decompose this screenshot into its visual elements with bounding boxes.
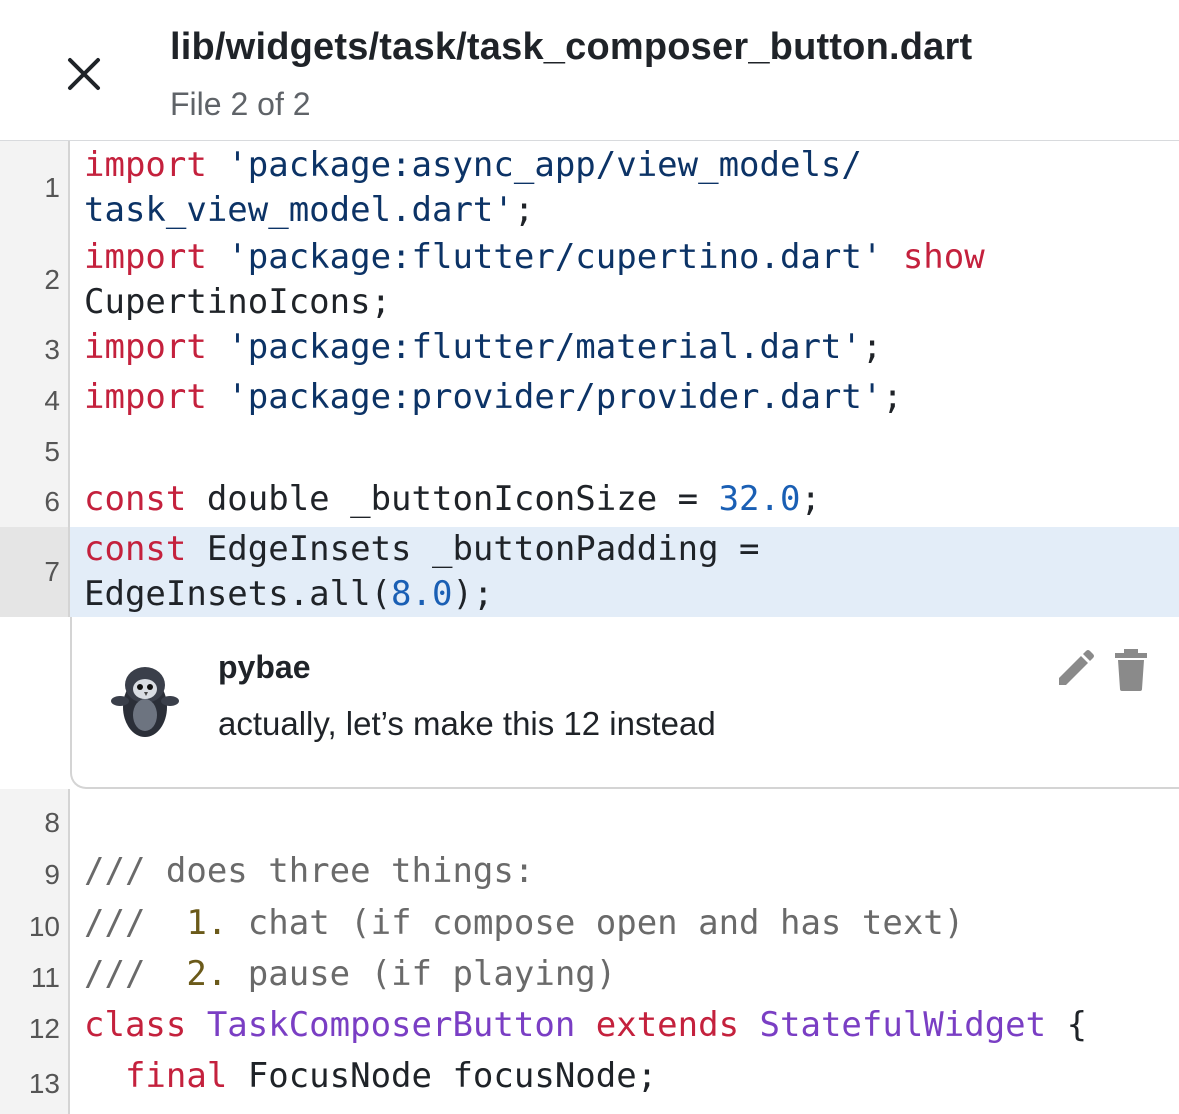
line-number: 1 xyxy=(0,141,70,235)
code-token: ; xyxy=(513,190,535,230)
line-number: 11 xyxy=(0,952,70,1003)
code-token: /// xyxy=(84,954,187,994)
code-line-highlighted[interactable]: 7 const EdgeInsets _buttonPadding = Edge… xyxy=(0,527,1179,617)
line-number: 13 xyxy=(0,1054,70,1114)
code-token: import xyxy=(84,327,207,367)
comment-card: pybae actually, let’s make this 12 inste… xyxy=(70,617,1179,789)
code-token: 32.0 xyxy=(718,479,801,519)
code-line[interactable]: 2 import 'package:flutter/cupertino.dart… xyxy=(0,235,1179,325)
comment-body: actually, let’s make this 12 instead xyxy=(218,705,716,742)
line-number: 6 xyxy=(0,477,70,527)
code-token: extends xyxy=(575,1005,740,1045)
code-token: EdgeInsets _buttonPadding = xyxy=(186,529,760,569)
code-token: /// xyxy=(84,903,187,943)
file-header: lib/widgets/task/task_composer_button.da… xyxy=(0,0,1179,141)
code-token: task_view_model.dart' xyxy=(84,190,514,230)
code-token: 1. xyxy=(186,903,228,943)
code-token: import xyxy=(84,145,207,185)
comment-author[interactable]: pybae xyxy=(218,649,310,686)
code-line[interactable]: 3 import 'package:flutter/material.dart'… xyxy=(0,325,1179,375)
line-number: 12 xyxy=(0,1003,70,1054)
code-token: CupertinoIcons; xyxy=(84,282,392,322)
code-token: pause (if playing) xyxy=(227,954,617,994)
code-token: 8.0 xyxy=(391,574,453,614)
code-token: ; xyxy=(882,377,903,417)
code-token: /// does three things: xyxy=(84,851,535,891)
code-line[interactable]: 4 import 'package:provider/provider.dart… xyxy=(0,375,1179,427)
code-line[interactable]: 12 class TaskComposerButton extends Stat… xyxy=(0,1003,1179,1054)
code-token: 2. xyxy=(186,954,228,994)
code-line[interactable]: 5 xyxy=(0,427,1179,477)
code-line[interactable]: 10 /// 1. chat (if compose open and has … xyxy=(0,901,1179,952)
line-number: 2 xyxy=(0,235,70,325)
code-line[interactable]: 11 /// 2. pause (if playing) xyxy=(0,952,1179,1003)
pencil-icon[interactable] xyxy=(1051,647,1097,693)
code-token: 'package:flutter/material.dart' xyxy=(206,327,862,367)
code-token: show xyxy=(882,237,985,277)
code-token: chat (if compose open and has text) xyxy=(227,903,965,943)
close-icon[interactable] xyxy=(60,50,108,98)
code-line[interactable]: 1 import 'package:async_app/view_models/… xyxy=(0,141,1179,235)
trash-icon[interactable] xyxy=(1111,647,1151,693)
line-number: 10 xyxy=(0,901,70,952)
code-line[interactable]: 6 const double _buttonIconSize = 32.0; xyxy=(0,477,1179,527)
code-token: { xyxy=(1046,1005,1088,1045)
code-line[interactable]: 9 /// does three things: xyxy=(0,849,1179,901)
line-number: 3 xyxy=(0,325,70,375)
code-token: TaskComposerButton xyxy=(186,1005,576,1045)
code-token: ); xyxy=(452,574,494,614)
code-token: EdgeInsets.all( xyxy=(84,574,392,614)
line-number: 5 xyxy=(0,427,70,477)
code-token: double _buttonIconSize = xyxy=(186,479,719,519)
code-view: 1 import 'package:async_app/view_models/… xyxy=(0,141,1179,1114)
line-number: 4 xyxy=(0,375,70,427)
code-token: class xyxy=(84,1005,187,1045)
avatar[interactable] xyxy=(100,655,190,745)
gutter-spacer xyxy=(0,617,70,789)
code-token: import xyxy=(84,377,207,417)
line-number: 8 xyxy=(0,789,70,849)
code-token: const xyxy=(84,529,187,569)
code-token: 'package:async_app/view_models/ xyxy=(206,145,862,185)
code-token: import xyxy=(84,237,207,277)
file-path-title: lib/widgets/task/task_composer_button.da… xyxy=(170,26,973,68)
code-token: 'package:flutter/cupertino.dart' xyxy=(206,237,883,277)
line-number: 7 xyxy=(0,527,70,617)
code-line[interactable]: 8 xyxy=(0,789,1179,849)
code-token: StatefulWidget xyxy=(739,1005,1047,1045)
comment-thread: pybae actually, let’s make this 12 inste… xyxy=(0,617,1179,789)
line-number: 9 xyxy=(0,849,70,901)
code-line[interactable]: 13 final FocusNode focusNode; xyxy=(0,1054,1179,1114)
code-token: 'package:provider/provider.dart' xyxy=(206,377,883,417)
file-counter: File 2 of 2 xyxy=(170,86,311,122)
code-token: ; xyxy=(800,479,821,519)
code-token: const xyxy=(84,479,187,519)
code-token: ; xyxy=(861,327,883,367)
code-token: final xyxy=(84,1056,228,1096)
code-token: FocusNode focusNode; xyxy=(227,1056,658,1096)
